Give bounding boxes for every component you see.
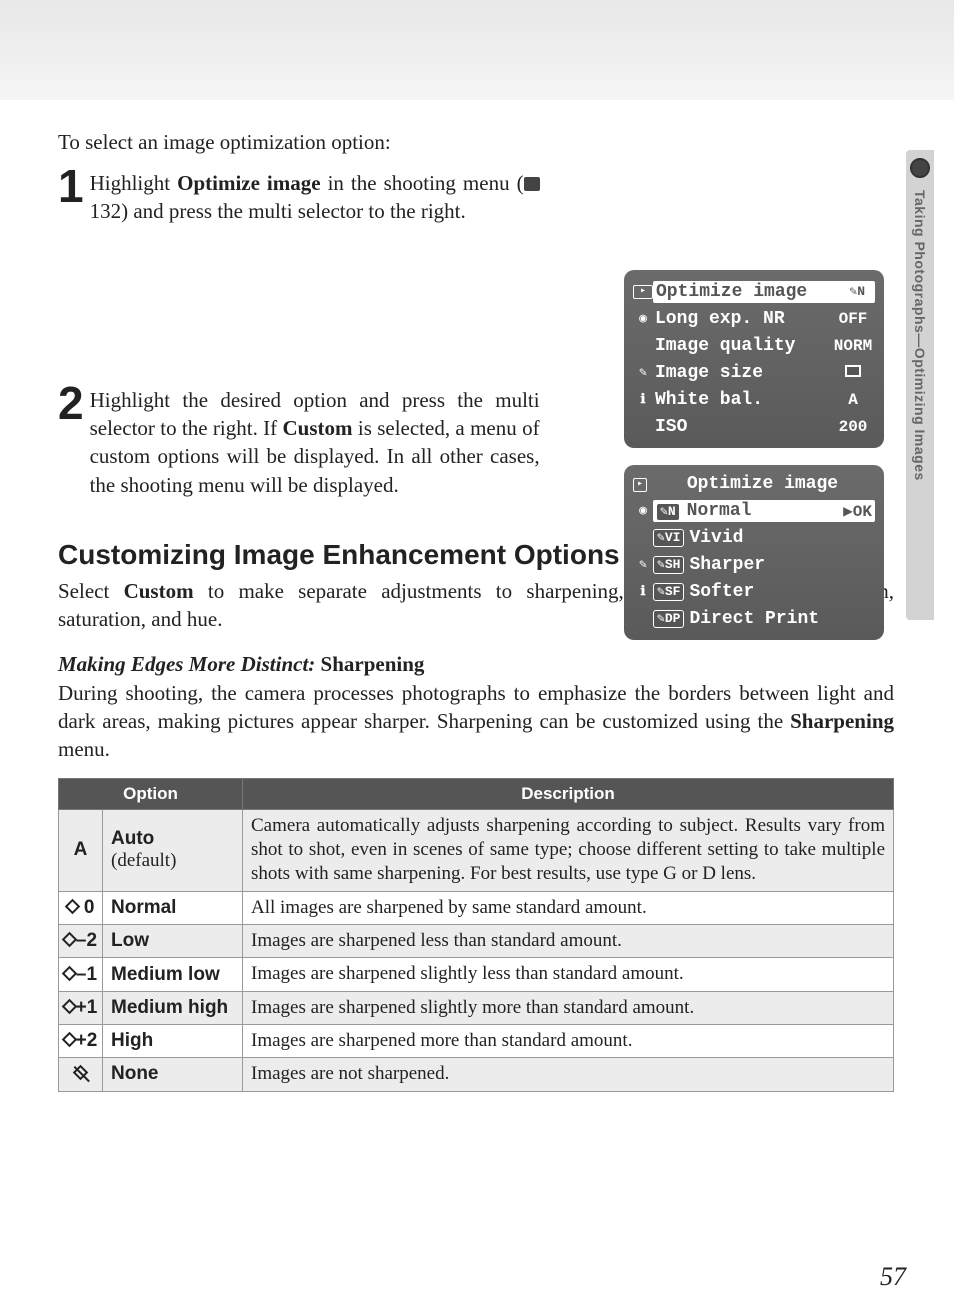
subhead-bold: Sharpening xyxy=(315,652,424,676)
option-name: Low xyxy=(103,925,243,958)
menu-label: ISO xyxy=(653,417,831,437)
option-label: Softer xyxy=(687,582,875,602)
menu-label: Long exp. NR xyxy=(653,309,831,329)
menu-value: A xyxy=(831,391,875,409)
option-label: Sharper xyxy=(687,555,875,575)
option-name: Normal xyxy=(103,891,243,924)
option-desc: Camera automatically adjusts sharpening … xyxy=(243,809,894,891)
ok-indicator: ▶OK xyxy=(843,501,872,521)
info-icon: ℹ xyxy=(633,392,653,407)
option-label: Direct Print xyxy=(687,609,875,629)
table-row: A Auto(default) Camera automatically adj… xyxy=(59,809,894,891)
option-desc: Images are sharpened less than standard … xyxy=(243,925,894,958)
option-symbol: –2 xyxy=(59,925,103,958)
bold: Custom xyxy=(124,579,194,603)
bold: Optimize image xyxy=(177,171,320,195)
option-desc: Images are sharpened slightly more than … xyxy=(243,991,894,1024)
subhead-italic: Making Edges More Distinct: xyxy=(58,652,315,676)
badge-icon: ✎VI xyxy=(653,529,684,547)
menu-row-image-size: ✎ Image size xyxy=(630,359,878,386)
page-number: 57 xyxy=(880,1262,906,1292)
submenu-row-softer: ℹ ✎SF Softer xyxy=(630,578,878,605)
bold: Custom xyxy=(283,416,353,440)
text: During shooting, the camera processes ph… xyxy=(58,681,894,733)
pencil-icon: ✎ xyxy=(633,365,653,380)
col-description: Description xyxy=(243,778,894,809)
table-row: –1 Medium low Images are sharpened sligh… xyxy=(59,958,894,991)
playback-icon: ▸ xyxy=(633,285,653,299)
menu-row-optimize-image: ▸ Optimize image ✎N xyxy=(630,278,878,305)
badge-icon: ✎SF xyxy=(653,583,684,601)
step-2-text: Highlight the desired option and press t… xyxy=(90,386,550,499)
submenu-title: Optimize image xyxy=(647,473,878,497)
text: menu. xyxy=(58,737,110,761)
option-desc: Images are sharpened more than standard … xyxy=(243,1024,894,1057)
camera-icon: ◉ xyxy=(633,503,653,518)
step-1-number: 1 xyxy=(58,166,84,207)
menu-row-iso: ISO 200 xyxy=(630,413,878,440)
option-desc: Images are sharpened slightly less than … xyxy=(243,958,894,991)
option-symbol xyxy=(59,1058,103,1091)
option-label: Vivid xyxy=(687,528,875,548)
text: in the shooting menu ( xyxy=(321,171,524,195)
option-symbol: –1 xyxy=(59,958,103,991)
table-row: +2 High Images are sharpened more than s… xyxy=(59,1024,894,1057)
menu-value: OFF xyxy=(831,310,875,328)
text: 132) and press the multi selector to the… xyxy=(90,199,466,223)
subsection-paragraph: During shooting, the camera processes ph… xyxy=(58,679,894,764)
camera-screen-shooting-menu: ▸ Optimize image ✎N ◉ Long exp. NR OFF I… xyxy=(624,270,884,448)
menu-label: Image quality xyxy=(653,336,831,356)
text: Select xyxy=(58,579,124,603)
table-row: +1 Medium high Images are sharpened slig… xyxy=(59,991,894,1024)
option-symbol: A xyxy=(59,809,103,891)
submenu-row-direct-print: ✎DP Direct Print xyxy=(630,605,878,632)
bold: Sharpening xyxy=(790,709,894,733)
camera-screen-optimize-image: ▸ Optimize image ◉ ✎N Normal ▶OK ✎VI Viv… xyxy=(624,465,884,640)
playback-icon: ▸ xyxy=(633,478,647,492)
option-name: Medium low xyxy=(103,958,243,991)
menu-row-image-quality: Image quality NORM xyxy=(630,332,878,359)
menu-row-white-bal: ℹ White bal. A xyxy=(630,386,878,413)
option-name: None xyxy=(103,1058,243,1091)
step-2-number: 2 xyxy=(58,383,84,424)
pencil-icon: ✎ xyxy=(633,557,653,572)
manual-ref-icon xyxy=(524,177,540,191)
menu-value: NORM xyxy=(831,337,875,355)
menu-label: Optimize image xyxy=(656,282,845,302)
table-row: –2 Low Images are sharpened less than st… xyxy=(59,925,894,958)
text: Highlight xyxy=(90,171,178,195)
info-icon: ℹ xyxy=(633,584,653,599)
option-symbol: +1 xyxy=(59,991,103,1024)
submenu-row-normal: ◉ ✎N Normal ▶OK xyxy=(630,497,878,524)
option-label: Normal xyxy=(683,501,844,521)
badge-icon: ✎SH xyxy=(653,556,684,574)
menu-row-long-exp: ◉ Long exp. NR OFF xyxy=(630,305,878,332)
intro-text: To select an image optimization option: xyxy=(58,130,894,155)
option-symbol: 0 xyxy=(59,891,103,924)
menu-label: White bal. xyxy=(653,390,831,410)
option-desc: Images are not sharpened. xyxy=(243,1058,894,1091)
menu-value: ✎N xyxy=(845,282,872,301)
menu-label: Image size xyxy=(653,363,831,383)
camera-icon: ◉ xyxy=(633,311,653,326)
submenu-row-sharper: ✎ ✎SH Sharper xyxy=(630,551,878,578)
option-name: High xyxy=(103,1024,243,1057)
option-name: Medium high xyxy=(103,991,243,1024)
page-header-bar xyxy=(0,0,954,100)
subheading: Making Edges More Distinct: Sharpening xyxy=(58,652,894,677)
badge-icon: ✎DP xyxy=(653,610,684,628)
option-desc: All images are sharpened by same standar… xyxy=(243,891,894,924)
option-symbol: +2 xyxy=(59,1024,103,1057)
col-option: Option xyxy=(59,778,243,809)
table-row: None Images are not sharpened. xyxy=(59,1058,894,1091)
menu-value: 200 xyxy=(831,418,875,436)
option-name: Auto(default) xyxy=(103,809,243,891)
step-1-text: Highlight Optimize image in the shooting… xyxy=(90,169,550,226)
table-row: 0 Normal All images are sharpened by sam… xyxy=(59,891,894,924)
menu-value xyxy=(831,364,875,382)
submenu-row-vivid: ✎VI Vivid xyxy=(630,524,878,551)
sharpening-options-table: Option Description A Auto(default) Camer… xyxy=(58,778,894,1092)
step-1: 1 Highlight Optimize image in the shooti… xyxy=(58,169,894,226)
